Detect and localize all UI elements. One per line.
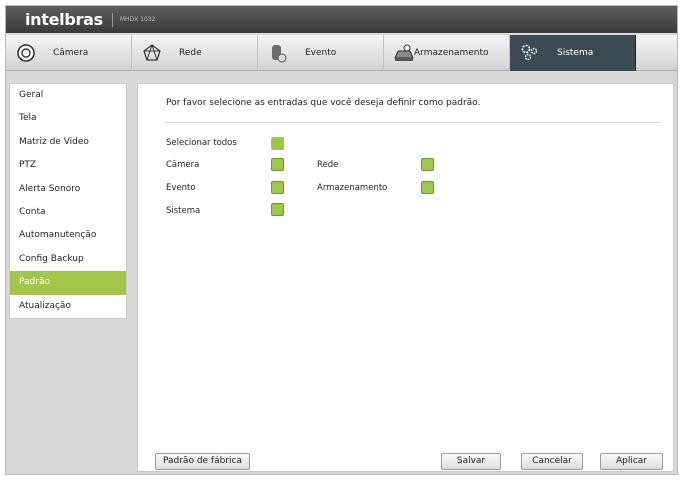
instruction-text: Por favor selecione as entradas que você… [166, 98, 481, 108]
sistema-label: Sistema [166, 206, 201, 216]
tab-sistema[interactable]: Sistema [510, 35, 636, 71]
brand-logo: intelbras [25, 10, 103, 29]
apply-button[interactable]: Aplicar [600, 453, 663, 470]
sidebar-item-automanutencao[interactable]: Automanutenção [10, 224, 126, 247]
sidebar-item-atualizacao[interactable]: Atualização [10, 295, 126, 318]
select-all-checkbox[interactable] [271, 137, 284, 150]
storage-icon [394, 43, 414, 63]
armazenamento-label: Armazenamento [317, 183, 388, 193]
rede-label: Rede [317, 160, 339, 170]
tab-rede[interactable]: Rede [132, 35, 258, 71]
sidebar-item-geral[interactable]: Geral [10, 84, 126, 107]
sistema-checkbox[interactable] [271, 203, 284, 216]
network-icon [142, 43, 162, 63]
tab-evento[interactable]: Evento [258, 35, 384, 71]
event-icon [268, 43, 288, 63]
app-window: intelbras MHDX 1032 Câmera Rede Evento A… [5, 5, 678, 475]
save-button[interactable]: Salvar [441, 453, 501, 470]
tab-armazenamento[interactable]: Armazenamento [384, 35, 510, 71]
select-all-label: Selecionar todos [166, 138, 237, 148]
sidebar-item-ptz[interactable]: PTZ [10, 154, 126, 177]
model-label: MHDX 1032 [119, 16, 156, 23]
tab-label: Rede [179, 48, 202, 58]
camera-icon [16, 43, 36, 63]
tab-label: Armazenamento [414, 48, 489, 58]
sidebar-item-padrao[interactable]: Padrão [10, 271, 126, 295]
tab-label: Sistema [557, 48, 594, 58]
tab-label: Evento [305, 48, 337, 58]
cancel-button[interactable]: Cancelar [521, 453, 583, 470]
main-tabs: Câmera Rede Evento Armazenamento Sistema [6, 35, 677, 71]
rede-checkbox[interactable] [421, 158, 434, 171]
camera-label: Câmera [166, 160, 200, 170]
evento-checkbox[interactable] [271, 181, 284, 194]
main-panel: Por favor selecione as entradas que você… [137, 83, 674, 472]
sidebar-item-conta[interactable]: Conta [10, 201, 126, 224]
evento-label: Evento [166, 183, 196, 193]
sidebar-item-tela[interactable]: Tela [10, 107, 126, 130]
tab-label: Câmera [53, 48, 89, 58]
sidebar-item-config-backup[interactable]: Config Backup [10, 248, 126, 271]
sidebar-item-alerta-sonoro[interactable]: Alerta Sonoro [10, 178, 126, 201]
factory-default-button[interactable]: Padrão de fábrica [155, 453, 250, 470]
sidebar-item-matriz-video[interactable]: Matriz de Video [10, 131, 126, 154]
armazenamento-checkbox[interactable] [421, 181, 434, 194]
gears-icon [520, 43, 540, 63]
title-bar: intelbras MHDX 1032 [6, 6, 677, 33]
sidebar: Geral Tela Matriz de Video PTZ Alerta So… [9, 83, 127, 319]
camera-checkbox[interactable] [271, 158, 284, 171]
tab-camera[interactable]: Câmera [6, 35, 132, 71]
divider [111, 12, 113, 27]
divider [165, 122, 660, 123]
